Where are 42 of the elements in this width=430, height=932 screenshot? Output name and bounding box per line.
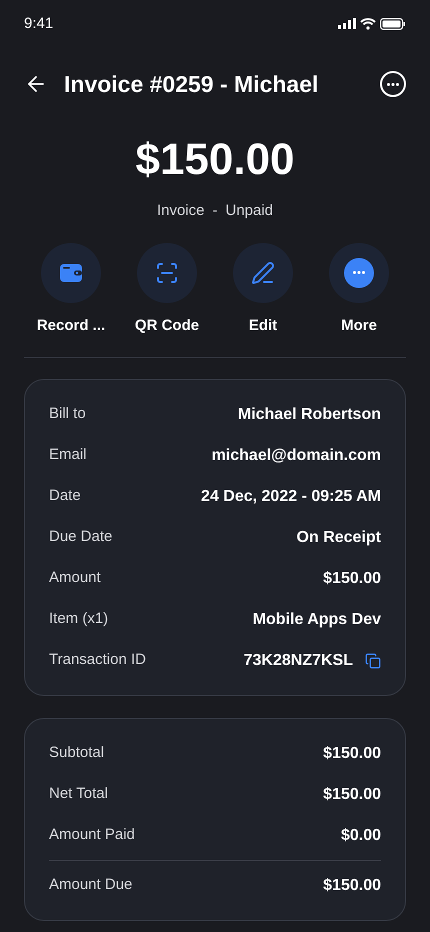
row-value: Michael Robertson xyxy=(238,404,381,424)
ellipsis-icon xyxy=(387,82,399,86)
separator: - xyxy=(212,201,218,221)
row-label: Transaction ID xyxy=(49,650,146,670)
action-label: QR Code xyxy=(134,316,200,336)
row-value: Mobile Apps Dev xyxy=(252,610,381,630)
page-title: Invoice #0259 - Michael xyxy=(64,70,320,99)
pencil-icon xyxy=(251,260,275,284)
row-value: $0.00 xyxy=(340,826,381,846)
ellipsis-icon xyxy=(353,271,365,274)
row-label: Net Total xyxy=(49,784,108,804)
wifi-icon xyxy=(360,18,376,30)
row-label: Bill to xyxy=(49,404,86,424)
row-value: $150.00 xyxy=(323,876,381,896)
row-label: Amount Paid xyxy=(49,825,135,846)
row-value: $150.00 xyxy=(323,744,381,764)
row-value: michael@domain.com xyxy=(212,446,381,466)
action-label: Record ... xyxy=(36,316,106,336)
copy-icon[interactable] xyxy=(365,652,381,668)
invoice-type: Invoice xyxy=(156,201,204,221)
more-options-button[interactable] xyxy=(380,71,406,97)
row-label: Amount Due xyxy=(49,875,132,896)
row-label: Email xyxy=(49,445,87,466)
action-label: Edit xyxy=(248,316,278,336)
row-value: 24 Dec, 2022 - 09:25 AM xyxy=(201,486,381,506)
signal-icon xyxy=(338,18,356,30)
row-label: Due Date xyxy=(49,527,112,548)
battery-icon xyxy=(380,18,406,30)
row-label: Amount xyxy=(49,568,101,588)
invoice-amount: $150.00 xyxy=(135,134,295,186)
status-time: 9:41 xyxy=(24,14,54,34)
row-label: Subtotal xyxy=(49,743,104,764)
row-value: On Receipt xyxy=(296,528,381,548)
row-value: $150.00 xyxy=(323,568,381,588)
action-label: More xyxy=(341,316,377,336)
scan-icon xyxy=(155,260,179,284)
wallet-icon xyxy=(59,262,83,282)
row-value: 73K28NZ7KSL xyxy=(244,650,353,670)
row-label: Item (x1) xyxy=(49,609,108,630)
row-value: $150.00 xyxy=(323,784,381,804)
invoice-status: Unpaid xyxy=(225,201,274,221)
row-label: Date xyxy=(49,486,81,506)
